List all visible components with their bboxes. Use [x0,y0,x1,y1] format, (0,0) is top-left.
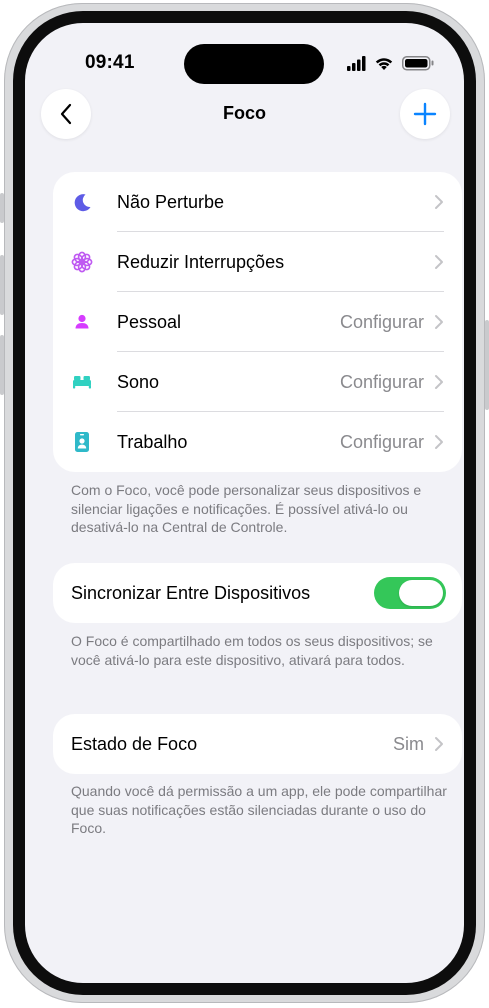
status-time: 09:41 [85,52,135,73]
badge-icon [75,432,89,452]
focus-mode-row[interactable]: Reduzir Interrupções [53,232,462,292]
volume-down-button [0,335,4,395]
sync-group: Sincronizar Entre Dispositivos [53,563,462,623]
toggle-knob [399,580,443,606]
chevron-right-icon [435,435,443,449]
page-title: Foco [223,103,266,123]
wifi-icon [375,58,393,70]
moon-icon [74,194,91,212]
action-button [0,193,4,223]
focus-mode-value: Configurar [339,372,424,392]
volume-up-button [0,255,4,315]
chevron-right-icon [435,375,443,389]
cellular-signal-icon [347,56,366,71]
screen: 09:41 Foco Não Perturbe Reduzir Interrup… [25,23,464,983]
focus-status-group: Estado de Foco Sim [53,714,462,774]
focus-mode-label: Sono [117,372,160,392]
navigation-bar: Foco [25,89,464,139]
focus-mode-value: Configurar [339,312,424,332]
side-button [485,320,489,410]
focus-mode-row[interactable]: Sono Configurar [53,352,462,412]
focus-mode-label: Não Perturbe [117,192,225,212]
chevron-right-icon [435,255,443,269]
focus-mode-row[interactable]: Não Perturbe [53,172,462,232]
chevron-right-icon [435,195,443,209]
focus-modes-list: Não Perturbe Reduzir Interrupções Pessoa… [53,172,462,472]
dynamic-island [184,44,324,84]
sync-toggle[interactable] [374,577,446,609]
phone-bezel: 09:41 Foco Não Perturbe Reduzir Interrup… [13,11,476,995]
focus-mode-label: Reduzir Interrupções [117,252,285,272]
sync-label: Sincronizar Entre Dispositivos [71,583,311,603]
chevron-right-icon [435,737,443,751]
focus-mode-label: Trabalho [117,432,188,452]
battery-icon [402,56,434,71]
focus-status-footnote: Quando você dá permissão a um app, ele p… [71,783,447,836]
status-bar: 09:41 [25,23,464,84]
plus-icon [413,102,437,126]
phone-frame: 09:41 Foco Não Perturbe Reduzir Interrup… [4,3,485,1003]
focus-status-label: Estado de Foco [71,734,198,754]
focus-footnote: Com o Foco, você pode personalizar seus … [71,482,422,535]
chevron-right-icon [435,315,443,329]
flower-icon [71,251,93,273]
focus-mode-label: Pessoal [117,312,182,332]
person-icon [75,314,89,329]
sync-row: Sincronizar Entre Dispositivos [53,563,462,623]
status-icons [347,56,434,71]
bed-icon [73,376,91,389]
add-focus-button[interactable] [400,89,450,139]
focus-status-row[interactable]: Estado de Foco Sim [53,714,462,774]
focus-mode-value: Configurar [339,432,424,452]
sync-footnote: O Foco é compartilhado em todos os seus … [71,633,433,668]
focus-mode-row[interactable]: Pessoal Configurar [53,292,462,352]
focus-mode-row[interactable]: Trabalho Configurar [53,412,462,472]
focus-status-value: Sim [393,734,424,754]
